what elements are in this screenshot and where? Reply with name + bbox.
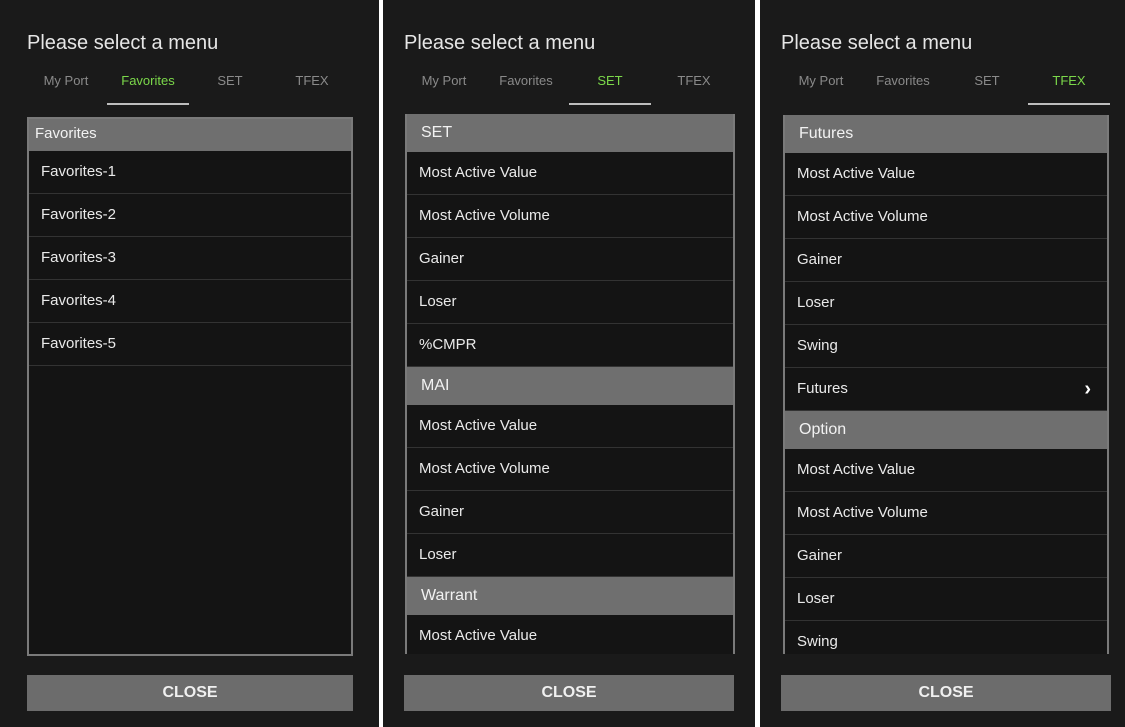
list-item[interactable]: Most Active Value [785, 449, 1107, 492]
list-item[interactable]: Loser [407, 281, 733, 324]
list-item[interactable]: Most Active Volume [407, 195, 733, 238]
panel-title: Please select a menu [27, 32, 219, 54]
list-item[interactable]: Favorites-2 [29, 194, 351, 237]
close-button[interactable]: CLOSE [404, 675, 734, 711]
list-item[interactable]: Most Active Value [407, 405, 733, 448]
section-header-mai: MAI [407, 367, 733, 405]
chevron-right-icon: › [1084, 378, 1091, 400]
list-item[interactable]: Favorites-3 [29, 237, 351, 280]
list-item[interactable]: Favorites-4 [29, 280, 351, 323]
list-item[interactable]: Favorites-5 [29, 323, 351, 366]
list-item[interactable]: Favorites-1 [29, 151, 351, 194]
close-button[interactable]: CLOSE [27, 675, 353, 711]
list-item-label: Futures [797, 380, 848, 397]
tab-bar: My Port Favorites SET TFEX [403, 71, 735, 105]
list-item[interactable]: Loser [785, 578, 1107, 621]
list-item[interactable]: Most Active Value [407, 615, 733, 654]
list-item[interactable]: Gainer [785, 239, 1107, 282]
tab-tfex[interactable]: TFEX [653, 71, 735, 105]
list-item-futures-submenu[interactable]: Futures › [785, 368, 1107, 411]
section-header-favorites: Favorites [29, 119, 351, 151]
list-item[interactable]: Swing [785, 325, 1107, 368]
menu-panel-tfex: Please select a menu My Port Favorites S… [760, 0, 1125, 727]
panel-title: Please select a menu [781, 32, 973, 54]
list-item[interactable]: Most Active Volume [785, 492, 1107, 535]
list-item[interactable]: Most Active Value [407, 152, 733, 195]
list-item[interactable]: Gainer [785, 535, 1107, 578]
section-header-option: Option [785, 411, 1107, 449]
list-item[interactable]: Loser [785, 282, 1107, 325]
menu-list[interactable]: Futures Most Active Value Most Active Vo… [783, 115, 1109, 654]
list-item[interactable]: Gainer [407, 491, 733, 534]
list-item[interactable]: Most Active Volume [785, 196, 1107, 239]
section-header-warrant: Warrant [407, 577, 733, 615]
list-item[interactable]: Most Active Value [785, 153, 1107, 196]
tab-favorites[interactable]: Favorites [107, 71, 189, 105]
list-item[interactable]: Loser [407, 534, 733, 577]
list-item[interactable]: Swing [785, 621, 1107, 654]
menu-list[interactable]: Favorites Favorites-1 Favorites-2 Favori… [27, 117, 353, 656]
menu-panel-set: Please select a menu My Port Favorites S… [383, 0, 755, 727]
tab-favorites[interactable]: Favorites [485, 71, 567, 105]
tab-set[interactable]: SET [189, 71, 271, 105]
tab-my-port[interactable]: My Port [403, 71, 485, 105]
tab-my-port[interactable]: My Port [25, 71, 107, 105]
tab-set[interactable]: SET [569, 71, 651, 105]
section-header-futures: Futures [785, 115, 1107, 153]
tab-set[interactable]: SET [946, 71, 1028, 105]
tab-favorites[interactable]: Favorites [862, 71, 944, 105]
tab-tfex[interactable]: TFEX [1028, 71, 1110, 105]
close-button[interactable]: CLOSE [781, 675, 1111, 711]
list-item[interactable]: Gainer [407, 238, 733, 281]
list-item[interactable]: Most Active Volume [407, 448, 733, 491]
tab-bar: My Port Favorites SET TFEX [20, 71, 359, 105]
panel-title: Please select a menu [404, 32, 596, 54]
tab-tfex[interactable]: TFEX [271, 71, 353, 105]
menu-panel-favorites: Please select a menu My Port Favorites S… [0, 0, 379, 727]
tab-bar: My Port Favorites SET TFEX [780, 71, 1110, 105]
menu-list[interactable]: SET Most Active Value Most Active Volume… [405, 114, 735, 654]
list-item[interactable]: %CMPR [407, 324, 733, 367]
tab-my-port[interactable]: My Port [780, 71, 862, 105]
section-header-set: SET [407, 114, 733, 152]
